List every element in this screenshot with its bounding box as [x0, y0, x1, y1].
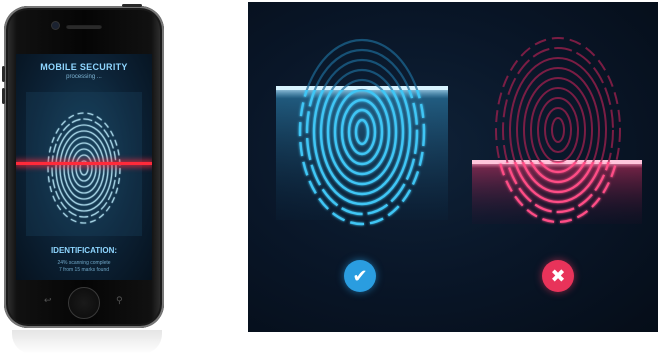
check-icon: ✔ — [344, 260, 376, 292]
identification-line: 7 from 15 marks found — [58, 267, 110, 273]
identification-title: IDENTIFICATION: — [50, 246, 118, 255]
phone-side-button — [2, 66, 5, 82]
close-icon: ✖ — [542, 260, 574, 292]
identification-line: 24% scanning complete — [57, 260, 111, 266]
phone-speaker — [66, 24, 102, 29]
back-icon[interactable]: ↩ — [44, 296, 52, 306]
scan-line — [16, 162, 152, 165]
phone-screen: MOBILE SECURITY processing ... IDENTIFIC… — [16, 54, 152, 280]
fingerprint-comparison-panel: ✔ ✖ — [248, 2, 658, 332]
phone-reflection — [12, 330, 162, 354]
stage: MOBILE SECURITY processing ... IDENTIFIC… — [0, 0, 660, 358]
fingerprint-comparison-graphic — [276, 37, 642, 226]
front-camera — [52, 22, 59, 29]
phone-top-button — [122, 4, 142, 7]
phone-side-button — [2, 88, 5, 104]
search-icon[interactable]: ⚲ — [116, 296, 123, 306]
phone-mockup: MOBILE SECURITY processing ... IDENTIFIC… — [2, 4, 164, 328]
home-button[interactable] — [68, 287, 100, 319]
